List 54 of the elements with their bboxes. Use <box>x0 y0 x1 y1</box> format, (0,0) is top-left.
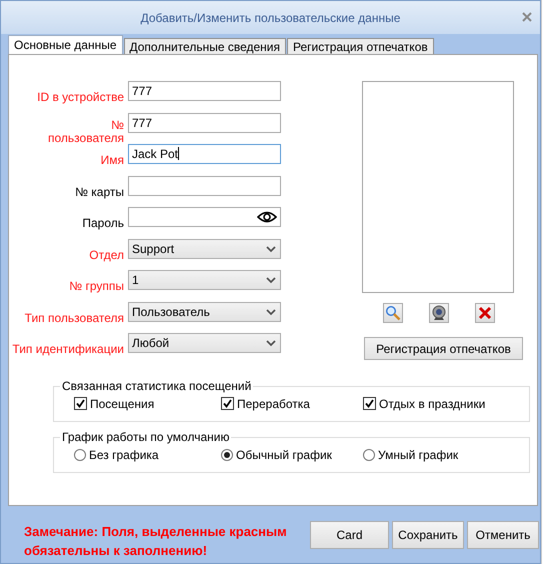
dropdown[interactable]: Support <box>128 238 281 258</box>
caret-icon <box>265 306 277 316</box>
radio-button[interactable] <box>221 448 233 460</box>
caret-icon <box>265 338 277 348</box>
radio-button[interactable] <box>363 448 375 460</box>
dialog-button[interactable]: Card <box>310 521 389 549</box>
input-field[interactable]: Jack Pot <box>128 144 281 164</box>
field-label: Тип пользователя <box>24 310 125 324</box>
dropdown[interactable]: 1 <box>128 270 281 290</box>
option-label[interactable]: Переработка <box>237 396 310 410</box>
field-label: Пароль <box>81 215 125 230</box>
window-title: Добавить/Изменить пользовательские данные <box>140 10 400 24</box>
tab[interactable]: Основные данные <box>8 35 122 54</box>
option-label[interactable]: Посещения <box>90 396 154 410</box>
group-title: Связанная статистика посещений <box>60 378 254 392</box>
field-label: № карты <box>74 184 125 198</box>
checkbox[interactable] <box>363 397 376 410</box>
option-label[interactable]: Отдых в праздники <box>379 396 486 410</box>
required-note: обязательны к заполнению! <box>24 542 208 560</box>
input-field[interactable] <box>128 176 281 196</box>
cross-icon <box>478 306 492 320</box>
dialog-button[interactable]: Сохранить <box>392 521 464 549</box>
option-label[interactable]: Умный график <box>378 448 458 462</box>
tab[interactable]: Дополнительные сведения <box>124 38 286 54</box>
checkbox[interactable] <box>221 397 234 410</box>
caret-icon <box>265 275 277 285</box>
tab[interactable]: Регистрация отпечатков <box>286 38 434 54</box>
camera-button[interactable] <box>429 303 449 323</box>
field-label: № пользователя <box>47 116 125 144</box>
dropdown[interactable]: Пользователь <box>128 302 281 322</box>
field-label: № группы <box>68 278 125 293</box>
dropdown[interactable]: Любой <box>128 333 281 353</box>
input-field[interactable]: 777 <box>128 81 281 101</box>
field-label: ID в устройстве <box>36 89 125 104</box>
zoom-button[interactable] <box>383 303 403 323</box>
caret-icon <box>265 244 277 254</box>
fingerprint-button[interactable]: Регистрация отпечатков <box>364 337 523 360</box>
close-icon[interactable] <box>522 12 532 22</box>
magnifier-icon <box>385 305 401 321</box>
delete-button[interactable] <box>475 303 495 323</box>
field-label: Имя <box>100 152 125 167</box>
radio-button[interactable] <box>74 448 86 460</box>
input-field[interactable]: 777 <box>128 112 281 132</box>
checkbox[interactable] <box>74 397 87 410</box>
password-field[interactable] <box>128 207 281 227</box>
webcam-icon <box>431 305 447 321</box>
group-title: График работы по умолчанию <box>60 430 232 444</box>
option-label[interactable]: Обычный график <box>236 448 332 462</box>
field-label: Отдел <box>88 246 125 262</box>
required-note: Замечание: Поля, выделенные красным <box>24 523 287 541</box>
dialog-button[interactable]: Отменить <box>467 521 539 549</box>
option-label[interactable]: Без графика <box>89 448 159 462</box>
field-label: Тип идентификации <box>11 341 125 356</box>
eye-icon[interactable] <box>257 211 277 223</box>
